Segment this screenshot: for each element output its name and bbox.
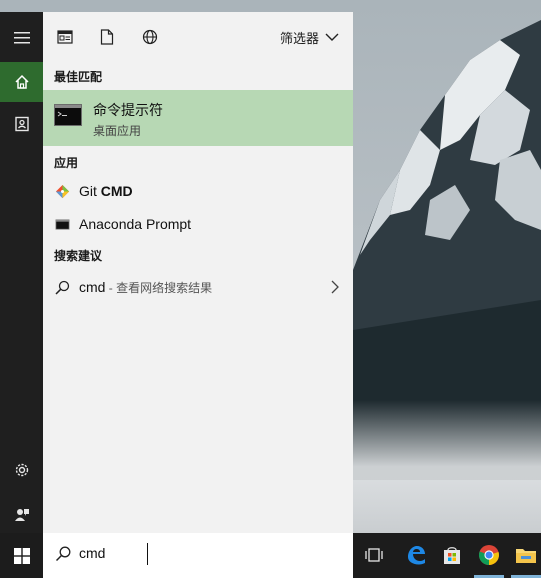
- notebook-icon: [14, 116, 29, 132]
- expand-menu-button[interactable]: [0, 18, 43, 58]
- search-input[interactable]: cmd: [79, 545, 105, 561]
- task-view-icon: [365, 548, 383, 562]
- file-explorer-icon: [516, 549, 536, 563]
- best-match-subtitle: 桌面应用: [93, 124, 142, 138]
- best-match-title: 命令提示符: [93, 102, 163, 118]
- search-icon: [55, 280, 70, 295]
- chevron-down-icon: [325, 33, 339, 41]
- web-scope-button[interactable]: [140, 27, 160, 47]
- task-view-button[interactable]: [359, 540, 389, 570]
- taskbar: cmd: [0, 533, 541, 578]
- home-button[interactable]: [0, 62, 43, 102]
- start-button[interactable]: [0, 533, 43, 578]
- cmd-console-icon: [54, 104, 82, 126]
- text-caret: [147, 543, 148, 565]
- store-icon: [444, 547, 460, 564]
- chrome-icon: [478, 545, 499, 566]
- apps-header: 应用: [54, 156, 79, 170]
- suggestion-text: cmd - 查看网络搜索结果: [79, 279, 212, 296]
- app-result-git-cmd[interactable]: Git CMD: [43, 175, 353, 207]
- store-button[interactable]: [437, 540, 467, 570]
- feedback-button[interactable]: [0, 494, 43, 534]
- chrome-button[interactable]: [474, 540, 504, 570]
- search-icon: [55, 546, 71, 562]
- edge-button[interactable]: [401, 540, 431, 570]
- search-box[interactable]: cmd: [43, 533, 353, 578]
- app-label: Anaconda Prompt: [79, 216, 192, 232]
- apps-scope-button[interactable]: [55, 27, 75, 47]
- chevron-right-icon[interactable]: [331, 280, 339, 294]
- suggestion-query: cmd: [79, 279, 106, 295]
- file-icon: [100, 29, 114, 45]
- scope-bar: 筛选器: [43, 12, 353, 62]
- file-explorer-button[interactable]: [511, 540, 541, 570]
- app-result-anaconda-prompt[interactable]: Anaconda Prompt: [43, 208, 353, 240]
- globe-icon: [142, 29, 158, 45]
- console-icon: [55, 219, 70, 230]
- app-label: Git CMD: [79, 183, 133, 199]
- home-icon: [14, 74, 29, 89]
- hamburger-icon: [13, 32, 30, 44]
- document-app-icon: [57, 30, 73, 44]
- notebook-button[interactable]: [0, 104, 43, 144]
- documents-scope-button[interactable]: [97, 27, 117, 47]
- start-rail: [0, 12, 43, 533]
- windows-logo-icon: [13, 547, 30, 564]
- filter-dropdown[interactable]: 筛选器: [280, 27, 339, 47]
- best-match-header: 最佳匹配: [54, 70, 103, 84]
- feedback-icon: [14, 509, 29, 521]
- best-match-result[interactable]: 命令提示符 桌面应用: [43, 90, 353, 146]
- settings-icon: [15, 463, 28, 477]
- suggestion-description: - 查看网络搜索结果: [105, 281, 213, 295]
- settings-button[interactable]: [0, 450, 43, 490]
- filter-label: 筛选器: [279, 30, 319, 46]
- search-results-panel: 筛选器 最佳匹配 命令提示符 桌面应用 应用 Git CMD Anaconda …: [43, 12, 353, 533]
- web-suggestion[interactable]: cmd - 查看网络搜索结果: [43, 271, 353, 303]
- suggestions-header: 搜索建议: [54, 249, 103, 263]
- git-icon: [55, 184, 70, 199]
- edge-icon: [408, 546, 425, 565]
